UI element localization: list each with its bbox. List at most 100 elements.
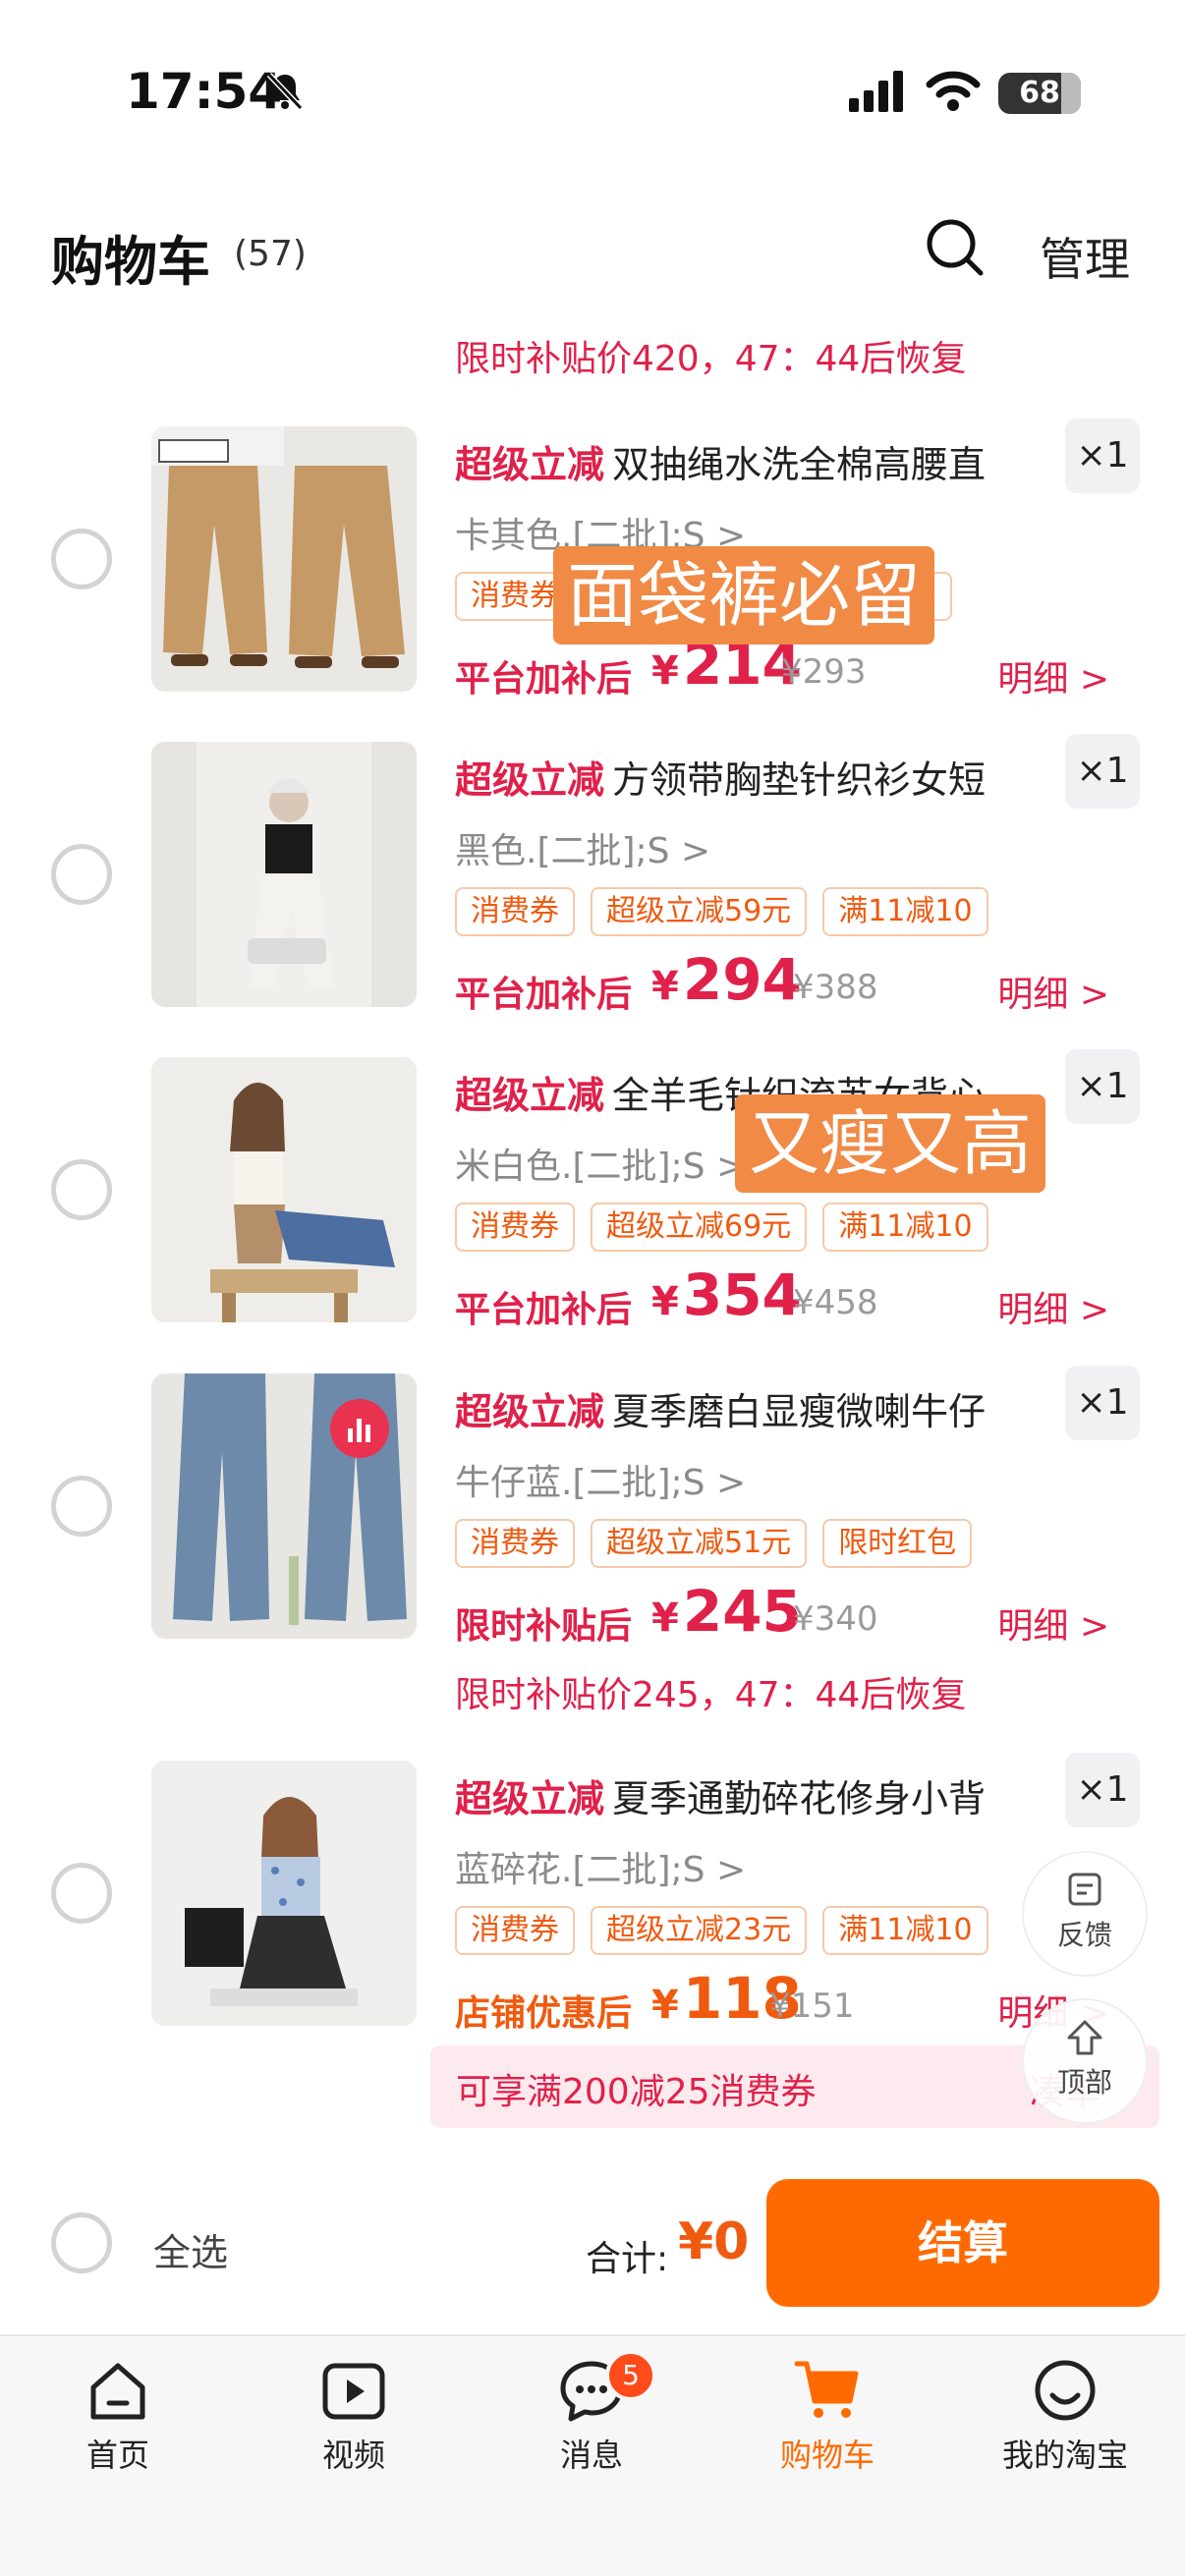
product-image[interactable] — [151, 742, 417, 1007]
price-detail-link[interactable]: 明细 > — [997, 1281, 1109, 1332]
bottom-tab-bar: 首页 视频 5 消息 购物车 我的淘宝 — [0, 2334, 1185, 2576]
tab-cart[interactable]: 购物车 — [729, 2356, 926, 2476]
price-row: 平台加补后 ¥354 ¥458 明细 > — [455, 1261, 1143, 1330]
super-discount-tag: 超级立减 — [455, 758, 605, 802]
product-name: 夏季磨白显瘦微喇牛仔 — [612, 1390, 987, 1433]
product-image[interactable] — [151, 1373, 417, 1639]
item-select-radio[interactable] — [51, 529, 112, 589]
super-discount-tag: 超级立减 — [455, 443, 605, 486]
price-detail-link[interactable]: 明细 > — [997, 1597, 1109, 1649]
feedback-label: 反馈 — [1056, 1919, 1112, 1951]
product-name: 方领带胸垫针织衫女短 — [612, 758, 987, 802]
price-detail-link[interactable]: 明细 > — [997, 650, 1109, 701]
price-label: 限时补贴后 — [455, 1606, 633, 1647]
product-title[interactable]: 超级立减 夏季磨白显瘦微喇牛仔 — [455, 1381, 1044, 1435]
original-price: ¥388 — [793, 968, 878, 1007]
cart-item[interactable]: 超级立减 方领带胸垫针织衫女短 ×1 黑色.[二批];S > 消费券 超级立减59… — [0, 734, 1185, 1027]
super-discount-tag: 超级立减 — [455, 1777, 605, 1820]
price-label: 平台加补后 — [455, 1290, 633, 1330]
threshold-chip: 满11减10 — [822, 1203, 988, 1252]
quantity-button[interactable]: ×1 — [1065, 734, 1140, 809]
manage-button[interactable]: 管理 — [1040, 224, 1130, 289]
select-all-label[interactable]: 全选 — [153, 2222, 228, 2276]
video-icon — [322, 2363, 385, 2420]
coupon-chip: 消费券 — [455, 887, 575, 936]
price-row: 限时补贴后 ¥245 ¥340 明细 > — [455, 1578, 1143, 1647]
product-image[interactable] — [151, 426, 417, 692]
product-photo-floral-top — [151, 1761, 417, 2026]
promo-chips: 消费券 超级立减69元 满11减10 — [455, 1203, 988, 1252]
quantity-button[interactable]: ×1 — [1065, 1366, 1140, 1440]
price-label: 平台加补后 — [455, 975, 633, 1015]
product-photo-fringe-vest — [151, 1057, 417, 1322]
quantity-button[interactable]: ×1 — [1065, 1049, 1140, 1124]
feedback-button[interactable]: 反馈 — [1022, 1851, 1148, 1977]
cart-item[interactable]: 超级立减 夏季磨白显瘦微喇牛仔 ×1 牛仔蓝.[二批];S > 消费券 超级立减5… — [0, 1366, 1185, 1658]
price: ¥245 — [651, 1578, 802, 1645]
price-label: 平台加补后 — [455, 659, 633, 700]
page-title: 购物车 — [51, 231, 210, 293]
coupon-banner-text: 可享满200减25消费券 — [456, 2072, 817, 2112]
original-price: ¥340 — [793, 1599, 878, 1639]
overlay-caption: 面袋裤必留 — [553, 546, 935, 644]
threshold-chip: 满11减10 — [822, 1906, 988, 1955]
price-detail-link[interactable]: 明细 > — [997, 966, 1109, 1017]
product-name: 双抽绳水洗全棉高腰直 — [612, 443, 987, 486]
cart-item[interactable]: 超级立减 夏季通勤碎花修身小背 ×1 蓝碎花.[二批];S > 消费券 超级立减2… — [0, 1753, 1185, 2045]
sku-selector[interactable]: 米白色.[二批];S > — [455, 1138, 746, 1189]
coupon-chip: 消费券 — [455, 1519, 575, 1568]
feedback-icon — [1068, 1873, 1101, 1906]
mute-bell-icon — [266, 72, 304, 111]
item-select-radio[interactable] — [51, 1476, 112, 1537]
product-photo-knit-top — [151, 742, 417, 1007]
product-image[interactable] — [151, 1057, 417, 1322]
price-value: 354 — [682, 1261, 802, 1328]
promo-chips: 消费券 超级立减51元 限时红包 — [455, 1519, 973, 1568]
original-price: ¥151 — [769, 1987, 855, 2026]
promo-chips: 消费券 超级立减59元 满11减10 — [455, 887, 988, 936]
tab-video[interactable]: 视频 — [255, 2356, 452, 2476]
product-image[interactable] — [151, 1761, 417, 2026]
item-select-radio[interactable] — [51, 844, 112, 905]
discount-chip: 超级立减23元 — [591, 1906, 808, 1955]
item-select-radio[interactable] — [51, 1863, 112, 1924]
checkout-button[interactable]: 结算 — [766, 2179, 1159, 2307]
tab-my-taobao[interactable]: 我的淘宝 — [967, 2356, 1163, 2476]
product-title[interactable]: 超级立减 双抽绳水洗全棉高腰直 — [455, 434, 1044, 488]
coupon-chip: 消费券 — [455, 1203, 575, 1252]
sku-selector[interactable]: 牛仔蓝.[二批];S > — [455, 1454, 746, 1505]
promo-chips: 消费券 超级立减23元 满11减10 — [455, 1906, 988, 1955]
sku-selector[interactable]: 蓝碎花.[二批];S > — [455, 1841, 746, 1892]
tab-messages[interactable]: 5 消息 — [493, 2350, 690, 2476]
product-name: 夏季通勤碎花修身小背 — [612, 1777, 987, 1820]
tab-label: 消息 — [559, 2436, 623, 2474]
item-select-radio[interactable] — [51, 1159, 112, 1220]
tab-home[interactable]: 首页 — [20, 2356, 216, 2476]
quantity-button[interactable]: ×1 — [1065, 1753, 1140, 1827]
back-to-top-button[interactable]: 顶部 — [1022, 1998, 1148, 2124]
super-discount-tag: 超级立减 — [455, 1074, 605, 1117]
shopping-cart-screen: 17:54 68 购物车 (57) 管理 限时补贴价420，47：44后恢复 超… — [0, 0, 1185, 2576]
quantity-button[interactable]: ×1 — [1065, 419, 1140, 493]
price-value: 245 — [682, 1578, 802, 1645]
tab-label: 视频 — [321, 2436, 385, 2474]
product-photo-pants — [151, 426, 417, 692]
search-icon[interactable] — [924, 216, 985, 277]
status-bar: 17:54 68 — [0, 0, 1185, 187]
unread-badge: 5 — [605, 2350, 656, 2401]
currency-symbol: ¥ — [651, 1279, 679, 1324]
cellular-signal-icon — [849, 71, 903, 112]
product-title[interactable]: 超级立减 夏季通勤碎花修身小背 — [455, 1768, 1044, 1822]
battery-indicator: 68 — [998, 73, 1081, 114]
red-packet-chip: 限时红包 — [822, 1519, 973, 1568]
cart-header: 购物车 (57) 管理 — [0, 196, 1185, 309]
tab-label: 购物车 — [779, 2436, 875, 2474]
product-photo-jeans — [151, 1373, 417, 1639]
product-title[interactable]: 超级立减 方领带胸垫针织衫女短 — [455, 750, 1044, 804]
sku-selector[interactable]: 黑色.[二批];S > — [455, 822, 710, 873]
currency-symbol: ¥ — [651, 1596, 679, 1641]
select-all-radio[interactable] — [51, 2212, 112, 2273]
currency-symbol: ¥ — [651, 1983, 679, 2028]
original-price: ¥293 — [781, 652, 867, 692]
tab-label: 我的淘宝 — [1001, 2436, 1128, 2474]
